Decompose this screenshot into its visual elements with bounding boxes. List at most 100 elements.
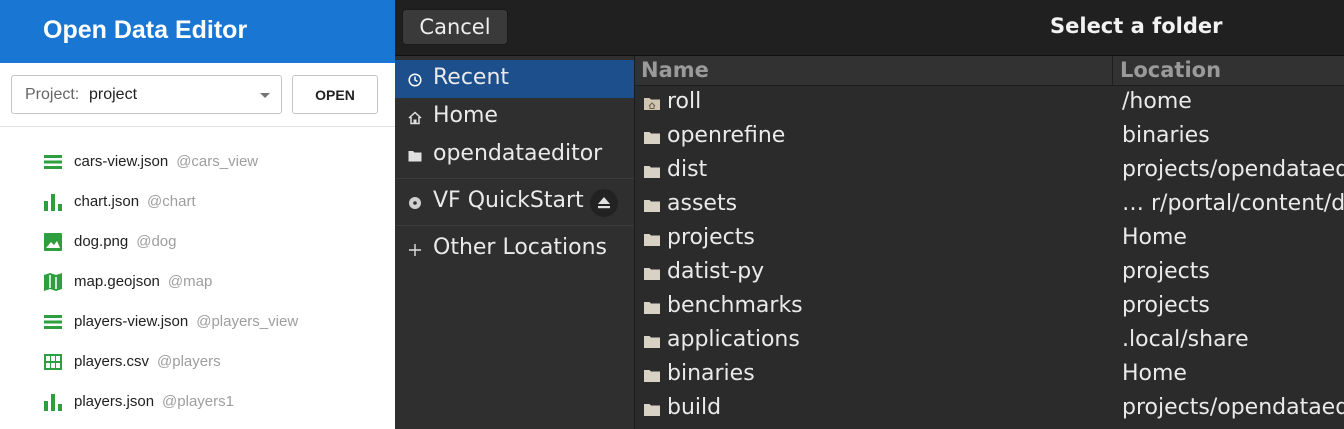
folder-name: applications (667, 327, 800, 352)
file-item[interactable]: players-view.json @players_view (0, 302, 395, 342)
folder-icon (644, 166, 660, 178)
open-button[interactable]: OPEN (292, 75, 378, 114)
folder-row[interactable]: projects Home (635, 222, 1344, 256)
folder-icon (644, 200, 660, 212)
folder-location: .local/share (1122, 327, 1249, 352)
place-opendataeditor[interactable]: opendataeditor (395, 136, 634, 174)
folder-row[interactable]: dist projects/opendataeditor (635, 154, 1344, 188)
places-separator (395, 178, 634, 179)
project-select-value: project (89, 86, 138, 103)
place-label: Recent (433, 65, 510, 90)
folder-location: Home (1122, 361, 1187, 386)
file-alias: @players1 (162, 393, 234, 410)
folder-icon (644, 336, 660, 348)
dialog-title: Select a folder (1050, 14, 1223, 38)
cancel-button[interactable]: Cancel (402, 9, 508, 45)
eject-button[interactable] (590, 189, 618, 217)
folder-name: dist (667, 157, 708, 182)
map-icon (44, 273, 62, 291)
place-recent[interactable]: Recent (395, 60, 634, 98)
folder-icon (644, 404, 660, 416)
file-alias: @map (167, 273, 213, 290)
folder-row[interactable]: openrefine binaries (635, 120, 1344, 154)
folder-location: projects (1122, 293, 1210, 318)
folder-location: binaries (1122, 123, 1210, 148)
app-title: Open Data Editor (43, 16, 248, 44)
folder-name: openrefine (667, 123, 786, 148)
folder-icon (644, 234, 660, 246)
folder-location: … r/portal/content/docs (1122, 191, 1344, 216)
view-list-icon (44, 155, 62, 169)
place-label: Other Locations (433, 235, 607, 260)
place-other-locations[interactable]: Other Locations (395, 230, 634, 268)
image-icon (44, 233, 62, 251)
file-alias: @cars_view (176, 153, 259, 170)
file-name: chart.json @chart (74, 193, 196, 210)
file-item[interactable]: players.csv @players (0, 342, 395, 382)
file-alias: @players (157, 353, 221, 370)
file-item[interactable]: map.geojson @map (0, 262, 395, 302)
folder-name: projects (667, 225, 755, 250)
column-separator (1112, 56, 1113, 85)
file-item[interactable]: chart.json @chart (0, 182, 395, 222)
folder-row[interactable]: benchmarks projects (635, 290, 1344, 324)
folder-icon (644, 268, 660, 280)
file-alias: @dog (136, 233, 177, 250)
disc-icon (409, 197, 421, 209)
folder-location: /home (1122, 89, 1192, 114)
folder-row[interactable]: binaries Home (635, 358, 1344, 392)
file-name: map.geojson @map (74, 273, 213, 290)
place-label: VF QuickStart (433, 188, 584, 213)
plus-icon (409, 244, 421, 256)
folder-location: projects/opendataeditor (1122, 157, 1344, 182)
bar-chart-icon (44, 194, 62, 211)
folder-row[interactable]: build projects/opendataeditor (635, 392, 1344, 426)
file-name: players-view.json @players_view (74, 313, 299, 330)
folder-name: benchmarks (667, 293, 803, 318)
place-label: Home (433, 103, 498, 128)
folder-name: binaries (667, 361, 755, 386)
view-list-icon (44, 315, 62, 329)
folder-icon (644, 132, 660, 144)
folder-name: build (667, 395, 722, 420)
select-folder-dialog: Cancel Select a folder Recent Home opend… (395, 0, 1344, 429)
places-sidebar: Recent Home opendataeditor VF QuickStart (395, 56, 635, 429)
column-location-header[interactable]: Location (1120, 58, 1221, 82)
folder-row[interactable]: roll /home (635, 86, 1344, 120)
file-name: players.json @players1 (74, 393, 234, 410)
file-item[interactable]: dog.png @dog (0, 222, 395, 262)
file-name: dog.png @dog (74, 233, 177, 250)
file-name: players.csv @players (74, 353, 221, 370)
place-label: opendataeditor (433, 141, 603, 166)
place-home[interactable]: Home (395, 98, 634, 136)
file-item[interactable]: players.json @players1 (0, 382, 395, 422)
place-vf-quickstart[interactable]: VF QuickStart (395, 183, 634, 221)
file-item[interactable]: cars-view.json @cars_view (0, 142, 395, 182)
app-window: Open Data Editor Project: project OPEN c… (0, 0, 395, 429)
folder-location: Home (1122, 225, 1187, 250)
caret-down-icon (260, 93, 270, 98)
folder-icon (408, 151, 422, 162)
folder-row[interactable]: applications .local/share (635, 324, 1344, 358)
project-select-label: Project: (25, 86, 80, 103)
folder-row[interactable]: datist-py projects (635, 256, 1344, 290)
bar-chart-icon (44, 394, 62, 411)
app-header: Open Data Editor (0, 0, 395, 63)
column-name-header[interactable]: Name (641, 58, 709, 82)
folder-icon (644, 370, 660, 382)
places-separator (395, 225, 634, 226)
divider (0, 126, 395, 127)
project-select[interactable]: Project: project (11, 75, 282, 114)
file-alias: @players_view (196, 313, 299, 330)
folder-name: assets (667, 191, 738, 216)
home-folder-icon (644, 98, 660, 110)
folder-row[interactable]: assets … r/portal/content/docs (635, 188, 1344, 222)
eject-icon (598, 197, 610, 209)
table-icon (44, 354, 62, 370)
file-name: cars-view.json @cars_view (74, 153, 259, 170)
folder-location: projects (1122, 259, 1210, 284)
dialog-header: Cancel Select a folder (395, 0, 1344, 56)
clock-icon (408, 73, 422, 87)
folder-location: projects/opendataeditor (1122, 395, 1344, 420)
folder-icon (644, 302, 660, 314)
